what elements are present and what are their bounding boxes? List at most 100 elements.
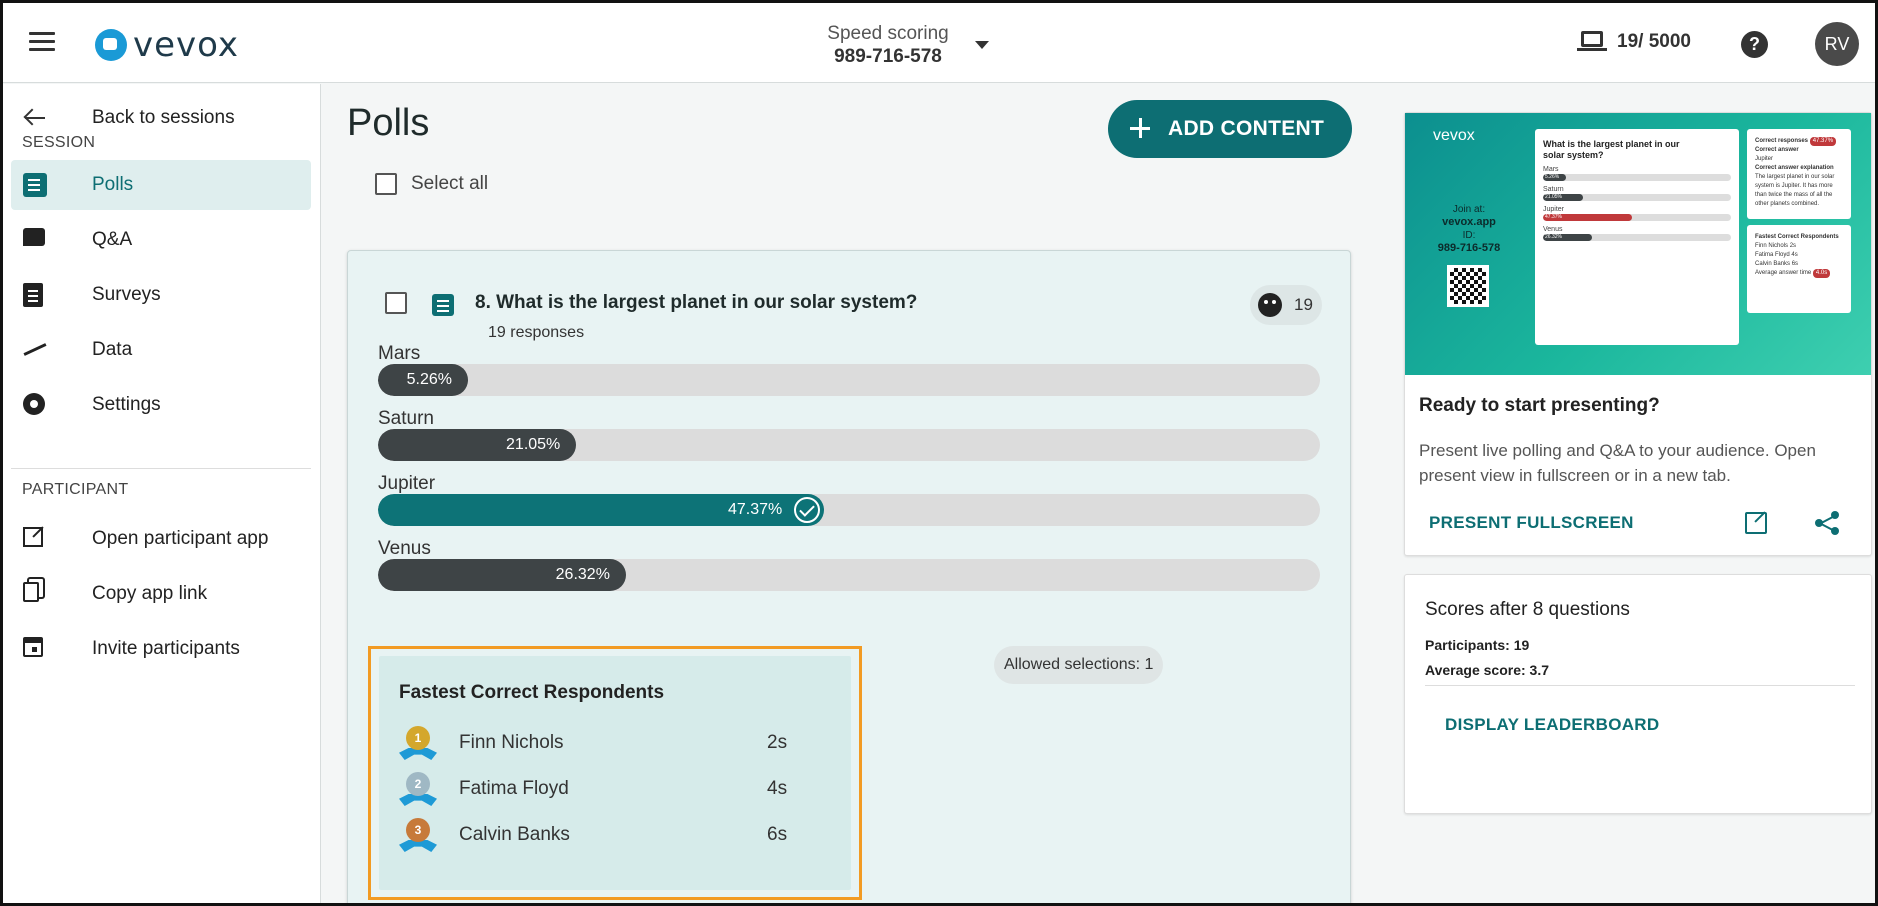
silver-medal-icon: 2 — [399, 770, 437, 810]
preview-option-pct: 21.05% — [1543, 194, 1583, 201]
average-label: Average score: — [1425, 662, 1526, 678]
preview-option-label: Jupiter — [1543, 206, 1565, 213]
select-all[interactable]: Select all — [375, 173, 488, 195]
option-bar-track: 47.37% — [378, 494, 1320, 526]
preview-option-label: Saturn — [1543, 186, 1564, 193]
scores-title: Scores after 8 questions — [1425, 599, 1630, 620]
plus-icon — [1130, 118, 1150, 138]
ready-text: Present live polling and Q&A to your aud… — [1419, 441, 1816, 485]
select-all-checkbox[interactable] — [375, 173, 397, 195]
sidebar-divider — [11, 468, 311, 469]
sidebar-item-surveys[interactable]: Surveys — [11, 270, 311, 320]
average-value: 3.7 — [1529, 662, 1550, 678]
surveys-icon — [23, 283, 43, 307]
fastest-respondents-panel: Fastest Correct Respondents 1 Finn Nicho… — [379, 656, 851, 890]
preview-logo: vevox — [1433, 127, 1475, 144]
preview-option-pct: 47.37% — [1543, 214, 1633, 221]
respondent-time: 2s — [767, 732, 788, 753]
page-title: Polls — [347, 102, 430, 144]
device-count: 19/ 5000 — [1577, 31, 1691, 53]
poll-question[interactable]: 8. What is the largest planet in our sol… — [475, 292, 917, 314]
preview-option: Saturn 21.05% — [1543, 186, 1731, 201]
check-circle-icon — [794, 497, 821, 523]
preview-name: Finn Nichols — [1755, 243, 1789, 249]
average-score-line: Average score: 3.7 — [1425, 662, 1549, 678]
arrow-back-icon — [23, 106, 47, 130]
fastest-respondents-highlight: Fastest Correct Respondents 1 Finn Nicho… — [368, 646, 862, 900]
sidebar-item-label: Q&A — [92, 229, 133, 250]
option-label: Venus — [378, 538, 431, 559]
poll-type-icon — [432, 294, 454, 316]
sidebar-item-label: Settings — [92, 394, 161, 415]
present-preview[interactable]: vevox Join at: vevox.app ID: 989-716-578… — [1405, 113, 1871, 375]
preview-option-pct: 26.32% — [1543, 234, 1593, 241]
present-fullscreen-button[interactable]: PRESENT FULLSCREEN — [1429, 513, 1634, 533]
add-content-button[interactable]: ADD CONTENT — [1108, 100, 1352, 158]
preview-option-label: Venus — [1543, 226, 1563, 233]
sidebar-item-settings[interactable]: Settings — [11, 380, 311, 430]
respondent-time: 6s — [767, 824, 788, 845]
sidebar-item-label: Surveys — [92, 284, 161, 305]
participants-icon — [1258, 293, 1282, 317]
help-icon[interactable]: ? — [1741, 31, 1768, 58]
sidebar-item-invite-participants[interactable]: Invite participants — [11, 624, 311, 674]
preview-option: Mars 5.26% — [1543, 166, 1731, 181]
vevox-logo-icon — [95, 29, 127, 61]
display-leaderboard-button[interactable]: DISPLAY LEADERBOARD — [1445, 715, 1659, 735]
respondent-row: 2 Fatima Floyd 4s — [399, 770, 829, 810]
sidebar-item-label: Invite participants — [92, 638, 240, 659]
open-new-tab-icon[interactable] — [1745, 512, 1767, 534]
option-bar-track: 21.05% — [378, 429, 1320, 461]
respondent-name: Fatima Floyd — [459, 778, 569, 799]
preview-correct-responses: Correct responses — [1755, 138, 1809, 144]
fastest-respondents-title: Fastest Correct Respondents — [399, 682, 665, 703]
bronze-medal-icon: 3 — [399, 816, 437, 856]
data-icon — [23, 338, 47, 362]
respondent-row: 3 Calvin Banks 6s — [399, 816, 829, 856]
session-id: 989-716-578 — [834, 46, 942, 67]
response-count: 19 — [1294, 295, 1313, 314]
sidebar-item-label: Polls — [92, 174, 134, 195]
sidebar-item-open-participant-app[interactable]: Open participant app — [11, 514, 311, 564]
preview-join-label: Join at: — [1452, 204, 1486, 215]
vevox-logo[interactable]: vevox — [95, 25, 239, 65]
option-label: Saturn — [378, 408, 434, 429]
session-name: Speed scoring — [827, 23, 949, 44]
preview-time: 2s — [1789, 243, 1797, 249]
preview-answer-value: Jupiter — [1755, 156, 1774, 162]
option-label: Jupiter — [378, 473, 436, 494]
sidebar-item-copy-app-link[interactable]: Copy app link — [11, 569, 311, 619]
sidebar-item-qa[interactable]: Q&A — [11, 215, 311, 265]
option-label: Mars — [378, 343, 421, 364]
avatar[interactable]: RV — [1815, 22, 1859, 66]
option-bar-fill: 5.26% — [378, 364, 468, 396]
preview-option-label: Mars — [1543, 166, 1559, 173]
share-icon[interactable] — [1815, 511, 1839, 535]
preview-option-pct: 5.26% — [1543, 174, 1566, 181]
poll-card[interactable]: 8. What is the largest planet in our sol… — [347, 250, 1351, 903]
poll-checkbox[interactable] — [385, 292, 407, 314]
preview-correct-pct: 47.37% — [1809, 137, 1837, 146]
sidebar-item-data[interactable]: Data — [11, 325, 311, 375]
option-bar-fill-correct: 47.37% — [378, 494, 825, 526]
main-content: Polls ADD CONTENT Select all 8. What is … — [321, 84, 1391, 903]
open-external-icon — [23, 527, 43, 547]
preview-correct-panel: Correct responses 47.37% Correct answer … — [1747, 129, 1851, 219]
participant-section-label: PARTICIPANT — [22, 481, 129, 498]
preview-question: What is the largest planet in our solar … — [1543, 139, 1680, 160]
session-selector[interactable]: Speed scoring 989-716-578 — [783, 23, 993, 68]
participants-value: 19 — [1513, 637, 1530, 653]
session-section-label: SESSION — [22, 134, 96, 151]
add-content-label: ADD CONTENT — [1168, 117, 1325, 140]
scores-card: Scores after 8 questions Participants: 1… — [1404, 574, 1872, 814]
polls-icon — [23, 173, 47, 197]
option-bar-track: 26.32% — [378, 559, 1320, 591]
preview-option: Jupiter 47.37% — [1543, 206, 1731, 221]
respondent-row: 1 Finn Nichols 2s — [399, 724, 829, 764]
menu-icon[interactable] — [29, 32, 55, 52]
sidebar-item-polls[interactable]: Polls — [11, 160, 311, 210]
chevron-down-icon[interactable] — [975, 41, 989, 49]
preview-avg-label: Average answer time — [1755, 270, 1812, 276]
option-bar-track: 5.26% — [378, 364, 1320, 396]
devices-icon — [1577, 31, 1607, 53]
